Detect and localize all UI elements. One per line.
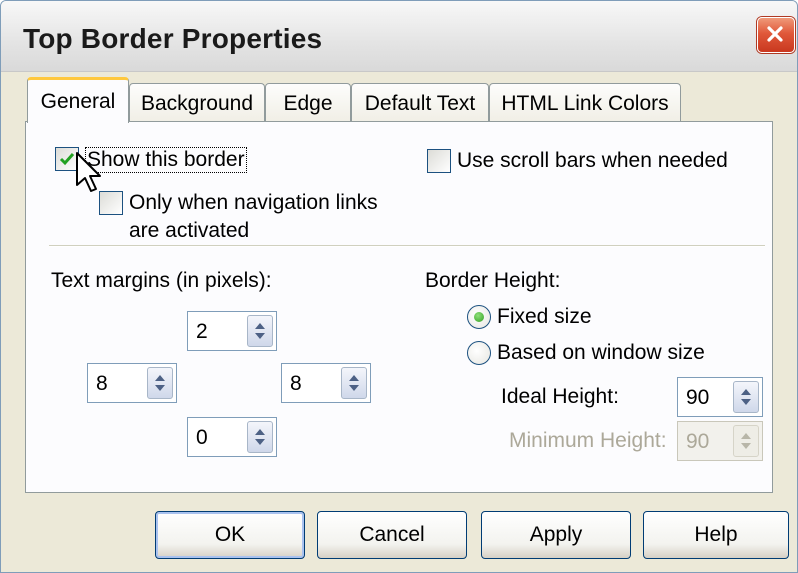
margin-top-spin-arrows[interactable] <box>247 315 273 347</box>
top-border-properties-dialog: Top Border Properties General Background… <box>0 0 798 573</box>
ideal-height-spin-arrows[interactable] <box>733 381 759 413</box>
based-on-window-label[interactable]: Based on window size <box>497 341 705 365</box>
margin-bottom-value: 0 <box>196 426 208 449</box>
based-on-window-radio[interactable] <box>467 341 491 365</box>
margin-bottom-spinner[interactable]: 0 <box>187 417 277 457</box>
margin-right-spinner[interactable]: 8 <box>281 363 371 403</box>
margin-left-spinner[interactable]: 8 <box>87 363 177 403</box>
text-margins-label: Text margins (in pixels): <box>51 269 272 292</box>
radio-selected-dot <box>474 312 484 322</box>
section-separator <box>49 245 765 247</box>
ideal-height-value: 90 <box>686 386 710 409</box>
cancel-button[interactable]: Cancel <box>317 511 467 559</box>
apply-button[interactable]: Apply <box>481 511 631 559</box>
margin-right-spin-arrows[interactable] <box>341 367 367 399</box>
margin-top-spinner[interactable]: 2 <box>187 311 277 351</box>
minimum-height-spin-arrows <box>733 425 759 457</box>
only-nav-links-label-line2[interactable]: are activated <box>129 219 249 243</box>
help-button[interactable]: Help <box>643 511 789 559</box>
show-border-label[interactable]: Show this border <box>85 147 247 173</box>
minimum-height-spinner: 90 <box>677 421 763 461</box>
panel-content: Show this border Only when navigation li… <box>1 1 797 572</box>
margin-bottom-spin-arrows[interactable] <box>247 421 273 453</box>
ideal-height-label: Ideal Height: <box>501 385 619 408</box>
ideal-height-spinner[interactable]: 90 <box>677 377 763 417</box>
margin-left-spin-arrows[interactable] <box>147 367 173 399</box>
margin-top-value: 2 <box>196 320 208 343</box>
border-height-label: Border Height: <box>425 269 561 292</box>
margin-left-value: 8 <box>96 372 108 395</box>
only-nav-links-label-line1[interactable]: Only when navigation links <box>129 191 378 215</box>
mouse-pointer-icon <box>73 151 103 200</box>
margin-right-value: 8 <box>290 372 302 395</box>
minimum-height-label: Minimum Height: <box>509 429 667 452</box>
ok-button[interactable]: OK <box>155 511 305 559</box>
scroll-bars-checkbox[interactable] <box>427 149 451 173</box>
fixed-size-radio[interactable] <box>467 305 491 329</box>
minimum-height-value: 90 <box>686 430 710 453</box>
fixed-size-label[interactable]: Fixed size <box>497 305 592 329</box>
scroll-bars-label[interactable]: Use scroll bars when needed <box>457 149 728 173</box>
